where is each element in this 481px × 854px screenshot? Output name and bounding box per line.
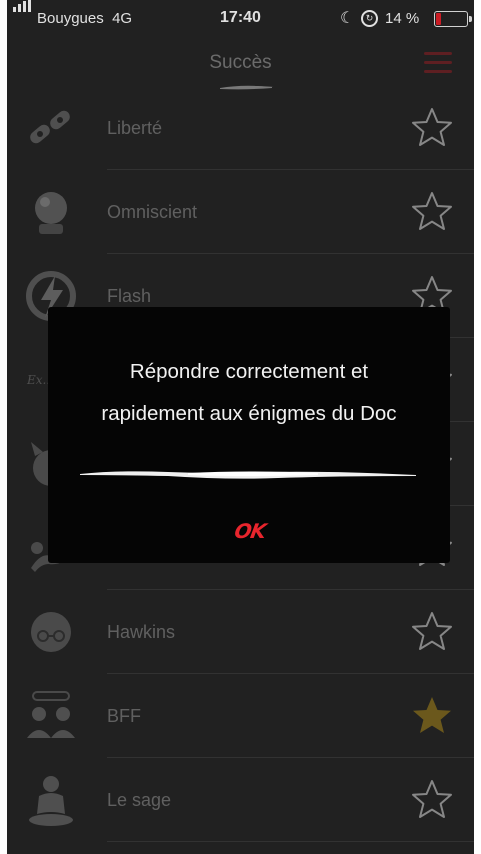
brush-stroke-divider	[80, 471, 416, 479]
dialog-message-line-1: Répondre correctement et	[129, 360, 369, 383]
app-screen: Bouygues 4G 17:40 ☾ ↻ 14 % Succès Libert…	[7, 0, 474, 854]
dialog-message-line-2: rapidement aux énigmes du Doc	[101, 402, 397, 425]
achievement-dialog: Répondre correctement et rapidement aux …	[48, 307, 450, 563]
dialog-message: Répondre correctement et rapidement aux …	[48, 351, 450, 435]
ok-button[interactable]: OK	[226, 517, 275, 545]
